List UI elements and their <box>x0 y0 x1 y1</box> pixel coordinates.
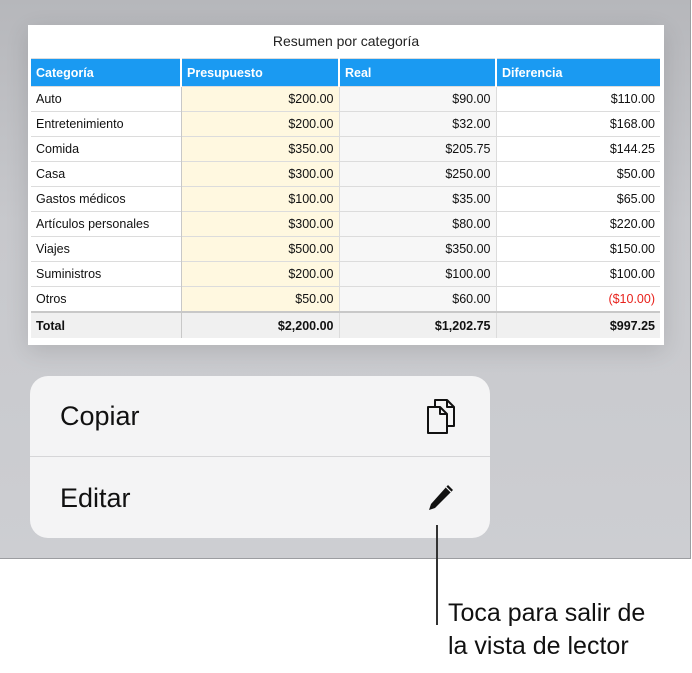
pencil-icon <box>424 478 458 518</box>
ipad-screen: Resumen por categoría Categoría Presupue… <box>0 0 691 559</box>
header-category: Categoría <box>31 58 181 87</box>
table-row: Entretenimiento $200.00 $32.00 $168.00 <box>31 111 660 137</box>
total-budget: $2,200.00 <box>180 311 339 338</box>
context-menu: Copiar Editar <box>30 376 490 538</box>
cell-actual: $80.00 <box>338 211 496 237</box>
edit-label: Editar <box>60 482 131 513</box>
total-label: Total <box>31 311 182 338</box>
total-difference: $997.25 <box>495 311 660 338</box>
table-row: Comida $350.00 $205.75 $144.25 <box>31 136 660 162</box>
table-row: Casa $300.00 $250.00 $50.00 <box>31 161 660 187</box>
cell-budget: $100.00 <box>180 186 339 212</box>
table-row: Otros $50.00 $60.00 ($10.00) <box>31 286 660 312</box>
cell-actual: $100.00 <box>338 261 496 287</box>
cell-actual: $250.00 <box>338 161 496 187</box>
cell-category: Entretenimiento <box>31 111 182 137</box>
cell-actual: $90.00 <box>338 86 496 112</box>
total-row: Total $2,200.00 $1,202.75 $997.25 <box>31 311 660 338</box>
table-row: Suministros $200.00 $100.00 $100.00 <box>31 261 660 287</box>
menu-divider <box>30 456 490 457</box>
total-actual: $1,202.75 <box>338 311 496 338</box>
cell-category: Artículos personales <box>31 211 182 237</box>
header-actual: Real <box>338 58 496 87</box>
table-row: Auto $200.00 $90.00 $110.00 <box>31 86 660 112</box>
copy-icon <box>424 396 458 436</box>
cell-difference: $168.00 <box>495 111 660 137</box>
cell-actual: $350.00 <box>338 236 496 262</box>
cell-category: Auto <box>31 86 182 112</box>
cell-actual: $60.00 <box>338 286 496 312</box>
cell-budget: $300.00 <box>180 211 339 237</box>
header-budget: Presupuesto <box>180 58 339 87</box>
cell-budget: $200.00 <box>180 86 339 112</box>
cell-category: Gastos médicos <box>31 186 182 212</box>
header-difference: Diferencia <box>495 58 660 87</box>
copy-label: Copiar <box>60 400 140 431</box>
cell-difference: $100.00 <box>495 261 660 287</box>
cell-actual: $35.00 <box>338 186 496 212</box>
cell-category: Otros <box>31 286 182 312</box>
cell-category: Comida <box>31 136 182 162</box>
table-row: Artículos personales $300.00 $80.00 $220… <box>31 211 660 237</box>
cell-difference-negative: ($10.00) <box>495 286 660 312</box>
cell-difference: $65.00 <box>495 186 660 212</box>
copy-menu-item[interactable]: Copiar <box>30 376 490 456</box>
cell-difference: $220.00 <box>495 211 660 237</box>
header-row: Categoría Presupuesto Real Diferencia <box>31 58 660 87</box>
spreadsheet-sheet: Resumen por categoría Categoría Presupue… <box>28 25 664 345</box>
cell-difference: $150.00 <box>495 236 660 262</box>
table-title: Resumen por categoría <box>272 33 420 49</box>
table-row: Gastos médicos $100.00 $35.00 $65.00 <box>31 186 660 212</box>
callout-line <box>436 525 438 625</box>
cell-budget: $300.00 <box>180 161 339 187</box>
cell-category: Casa <box>31 161 182 187</box>
cell-category: Viajes <box>31 236 182 262</box>
edit-menu-item[interactable]: Editar <box>30 458 490 538</box>
callout-line-1: Toca para salir de <box>448 599 646 627</box>
cell-budget: $500.00 <box>180 236 339 262</box>
cell-difference: $50.00 <box>495 161 660 187</box>
cell-budget: $350.00 <box>180 136 339 162</box>
cell-budget: $200.00 <box>180 111 339 137</box>
table-row: Viajes $500.00 $350.00 $150.00 <box>31 236 660 262</box>
cell-actual: $205.75 <box>338 136 496 162</box>
summary-table: Categoría Presupuesto Real Diferencia Au… <box>31 58 660 338</box>
cell-difference: $110.00 <box>495 86 660 112</box>
cell-category: Suministros <box>31 261 182 287</box>
callout-line-2: la vista de lector <box>448 632 629 660</box>
cell-actual: $32.00 <box>338 111 496 137</box>
cell-budget: $200.00 <box>180 261 339 287</box>
cell-budget: $50.00 <box>180 286 339 312</box>
cell-difference: $144.25 <box>495 136 660 162</box>
callout-text: Toca para salir de la vista de lector <box>448 597 645 663</box>
